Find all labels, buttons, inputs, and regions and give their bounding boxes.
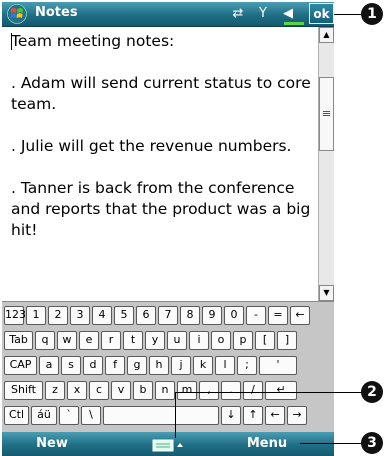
app-title: Notes xyxy=(35,5,78,20)
keyboard-input-icon[interactable] xyxy=(152,438,184,452)
note-line: . Tanner is back from the conference and… xyxy=(11,179,311,239)
signal-icon[interactable]: Y xyxy=(254,6,272,22)
key[interactable]: áü xyxy=(31,406,57,425)
callout-line xyxy=(334,14,364,15)
note-line: Team meeting notes: xyxy=(11,32,175,50)
connectivity-icon[interactable]: ⇄ xyxy=(229,6,247,22)
key[interactable]: 6 xyxy=(136,306,156,325)
vertical-scrollbar[interactable]: ▲ ▼ xyxy=(318,27,334,301)
key[interactable]: b xyxy=(133,381,153,400)
key[interactable]: / xyxy=(243,381,263,400)
key[interactable]: t xyxy=(123,331,143,350)
title-bar: Notes ⇄ Y ◀ ok xyxy=(2,2,334,27)
key[interactable]: = xyxy=(268,306,288,325)
key[interactable]: w xyxy=(57,331,77,350)
key[interactable]: ↓ xyxy=(221,406,241,425)
key[interactable]: e xyxy=(79,331,99,350)
menu-bar: New Menu xyxy=(2,432,334,456)
key[interactable]: y xyxy=(145,331,165,350)
key[interactable]: ` xyxy=(59,406,79,425)
keyboard-row: Tab q w e r t y u i o p[] xyxy=(4,331,297,350)
key[interactable]: \ xyxy=(81,406,101,425)
key[interactable]: Ctl xyxy=(4,406,29,425)
key[interactable]: [ xyxy=(255,331,275,350)
key[interactable]: j xyxy=(171,356,191,375)
ok-button[interactable]: ok xyxy=(309,3,334,24)
key[interactable]: . xyxy=(221,381,241,400)
key[interactable]: 3 xyxy=(70,306,90,325)
space-key[interactable] xyxy=(103,406,219,425)
volume-level-bar xyxy=(284,22,304,25)
key[interactable]: ' xyxy=(259,356,297,375)
key[interactable]: ↑ xyxy=(243,406,263,425)
keyboard-row: 123 1 2 3 4 5 6 7 8 9 0- = ← xyxy=(4,306,310,325)
key[interactable]: 4 xyxy=(92,306,112,325)
key[interactable]: g xyxy=(127,356,147,375)
key[interactable]: i xyxy=(189,331,209,350)
key[interactable]: n xyxy=(155,381,175,400)
keyboard-row: Ctl áü ` \ ↓ ↑ ← → xyxy=(4,406,307,425)
callout-line xyxy=(300,443,364,444)
key[interactable]: v xyxy=(111,381,131,400)
key[interactable]: z xyxy=(45,381,65,400)
key[interactable]: 0 xyxy=(224,306,244,325)
key[interactable]: 2 xyxy=(48,306,68,325)
callout-line xyxy=(175,392,364,393)
key[interactable]: - xyxy=(246,306,266,325)
key[interactable]: r xyxy=(101,331,121,350)
pocket-pc-screen: Notes ⇄ Y ◀ ok Team meeting notes: . Ada… xyxy=(0,0,334,456)
soft-keyboard: 123 1 2 3 4 5 6 7 8 9 0- = ← Tab q w e r t y u i o p[] CAP a s d f… xyxy=(2,301,334,432)
note-editor[interactable]: Team meeting notes: . Adam will send cur… xyxy=(2,27,318,301)
key[interactable]: ↵ xyxy=(265,381,297,400)
scroll-thumb[interactable] xyxy=(319,77,334,151)
key[interactable]: x xyxy=(67,381,87,400)
callout-1: 1 xyxy=(361,3,383,25)
key[interactable]: ← xyxy=(265,406,285,425)
key[interactable]: 123 xyxy=(4,306,26,325)
note-line: . Adam will send current status to core … xyxy=(11,74,311,113)
key[interactable]: s xyxy=(61,356,81,375)
key[interactable]: m xyxy=(177,381,197,400)
new-button[interactable]: New xyxy=(22,436,82,452)
note-line: . Julie will get the revenue numbers. xyxy=(11,137,292,155)
key[interactable]: u xyxy=(167,331,187,350)
key[interactable]: ] xyxy=(277,331,297,350)
key[interactable]: c xyxy=(89,381,109,400)
key[interactable]: o xyxy=(211,331,231,350)
key[interactable]: q xyxy=(35,331,55,350)
key[interactable]: f xyxy=(105,356,125,375)
key[interactable]: → xyxy=(287,406,307,425)
menu-button[interactable]: Menu xyxy=(237,436,297,452)
key[interactable]: k xyxy=(193,356,213,375)
callout-3: 3 xyxy=(361,432,383,454)
key[interactable]: CAP xyxy=(4,356,37,375)
key[interactable]: a xyxy=(39,356,59,375)
key[interactable]: ← xyxy=(290,306,310,325)
key[interactable]: Tab xyxy=(4,331,33,350)
keyboard-row: Shift z x c v b n m,. / ↵ xyxy=(4,381,297,400)
key[interactable]: h xyxy=(149,356,169,375)
callout-line xyxy=(175,392,176,438)
scroll-up-button[interactable]: ▲ xyxy=(319,27,334,43)
note-text[interactable]: Team meeting notes: . Adam will send cur… xyxy=(11,31,316,262)
key[interactable]: 1 xyxy=(26,306,46,325)
scroll-down-button[interactable]: ▼ xyxy=(319,285,334,301)
keyboard-row: CAP a s d f g h j k l; ' xyxy=(4,356,297,375)
callout-2: 2 xyxy=(361,381,383,403)
key[interactable]: 5 xyxy=(114,306,134,325)
key[interactable]: d xyxy=(83,356,103,375)
key[interactable]: p xyxy=(233,331,253,350)
key[interactable]: , xyxy=(199,381,219,400)
key[interactable]: 7 xyxy=(158,306,178,325)
key[interactable]: Shift xyxy=(4,381,43,400)
key[interactable]: l xyxy=(215,356,235,375)
start-flag-icon[interactable] xyxy=(7,4,27,24)
volume-icon[interactable]: ◀ xyxy=(279,6,297,22)
key[interactable]: ; xyxy=(237,356,257,375)
key[interactable]: 9 xyxy=(202,306,222,325)
key[interactable]: 8 xyxy=(180,306,200,325)
